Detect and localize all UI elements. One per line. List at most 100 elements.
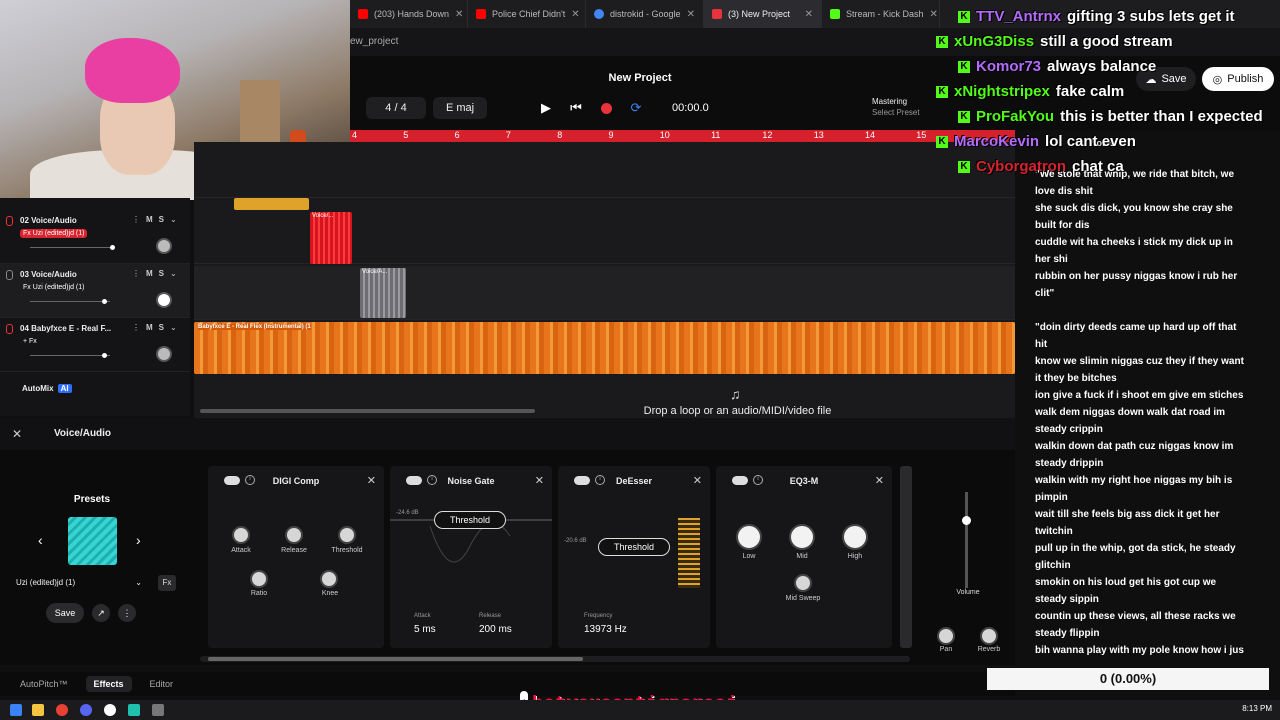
volume-slider[interactable]	[30, 353, 110, 358]
preset-save-button[interactable]: Save	[46, 603, 84, 623]
attack-value[interactable]: 5 ms	[414, 624, 436, 635]
mid-knob[interactable]	[789, 524, 815, 550]
frequency-band[interactable]	[678, 518, 700, 588]
volume-fader-thumb[interactable]	[962, 516, 971, 525]
browser-tab[interactable]: Police Chief Didn't ✕	[468, 0, 586, 28]
browser-tab[interactable]: (203) Hands Down ✕	[350, 0, 468, 28]
chevron-left-icon[interactable]: ‹	[38, 532, 43, 548]
arrangement-area[interactable]: Voice/... Voice/A... Babyfxce E - Real F…	[194, 142, 1015, 418]
track-lane[interactable]	[194, 266, 1015, 320]
threshold-control[interactable]: Threshold	[434, 511, 506, 529]
record-arm-icon[interactable]	[6, 270, 13, 280]
track-header[interactable]: 02 Voice/Audio Fx Uzi (edited)jd (1) ⋮ M S…	[0, 210, 190, 264]
threshold-control[interactable]: Threshold	[598, 538, 670, 556]
app-icon[interactable]	[128, 704, 140, 716]
close-tab-icon[interactable]: ✕	[571, 9, 579, 20]
tab-effects[interactable]: Effects	[85, 676, 132, 692]
audio-clip-gray[interactable]: Voice/A...	[360, 268, 406, 318]
record-arm-icon[interactable]	[6, 324, 13, 334]
solo-button[interactable]: S	[159, 269, 164, 278]
close-tab-icon[interactable]: ✕	[687, 9, 695, 20]
pan-knob[interactable]	[937, 627, 955, 645]
frequency-value[interactable]: 13973 Hz	[584, 624, 627, 635]
track-fx-badge[interactable]: Fx Uzi (edited)jd (1)	[20, 283, 87, 292]
chrome-icon[interactable]	[56, 704, 68, 716]
audio-clip-beat[interactable]: Babyfxce E - Real Flex (Instrumental) (1	[194, 322, 1015, 374]
mastering-selector[interactable]: Mastering Select Preset	[852, 96, 932, 122]
menu-icon[interactable]: ⋮	[132, 323, 140, 332]
effects-scrollbar[interactable]	[200, 656, 910, 662]
project-title[interactable]: New Project	[560, 72, 720, 84]
solo-button[interactable]: S	[159, 323, 164, 332]
module-scroll-edge[interactable]	[900, 466, 912, 648]
close-tab-icon[interactable]: ✕	[805, 9, 813, 20]
threshold-knob[interactable]	[338, 526, 356, 544]
mute-button[interactable]: M	[146, 269, 153, 278]
pan-knob[interactable]	[156, 346, 172, 362]
track-lane[interactable]	[194, 142, 1015, 198]
volume-slider-thumb[interactable]	[102, 299, 107, 304]
drop-zone-text[interactable]: Drop a loop or an audio/MIDI/video file	[630, 405, 845, 417]
windows-start-icon[interactable]	[10, 704, 22, 716]
track-header[interactable]: 03 Voice/Audio Fx Uzi (edited)jd (1) ⋮ M S…	[0, 264, 190, 318]
app-icon[interactable]	[152, 704, 164, 716]
mid-sweep-knob[interactable]	[794, 574, 812, 592]
chevron-right-icon[interactable]: ›	[136, 532, 141, 548]
timeline-ruler[interactable]: 4 5 6 7 8 9 10 11 12 13 14 15	[350, 130, 1015, 142]
share-icon[interactable]: ↗	[92, 604, 110, 622]
attack-knob[interactable]	[232, 526, 250, 544]
menu-icon[interactable]: ⋮	[132, 215, 140, 224]
close-icon[interactable]: ✕	[535, 474, 544, 487]
low-knob[interactable]	[736, 524, 762, 550]
track-fx-badge[interactable]: Fx Uzi (edited)jd (1)	[20, 229, 88, 238]
more-options-icon[interactable]: ⋮	[118, 604, 136, 622]
chevron-down-icon[interactable]: ⌄	[170, 323, 177, 332]
close-icon[interactable]: ✕	[875, 474, 884, 487]
audio-clip-yellow[interactable]	[234, 198, 309, 210]
master-volume-fader[interactable]	[962, 492, 971, 588]
key-selector[interactable]: E maj	[433, 97, 487, 119]
preset-artwork[interactable]	[68, 517, 117, 565]
release-knob[interactable]	[285, 526, 303, 544]
obs-icon[interactable]	[104, 704, 116, 716]
file-explorer-icon[interactable]	[32, 704, 44, 716]
knee-knob[interactable]	[320, 570, 338, 588]
ratio-knob[interactable]	[250, 570, 268, 588]
high-knob[interactable]	[842, 524, 868, 550]
pan-knob[interactable]	[156, 238, 172, 254]
reverb-knob[interactable]	[980, 627, 998, 645]
skip-back-icon[interactable]: ⏮	[568, 100, 584, 116]
close-icon[interactable]: ✕	[367, 474, 376, 487]
browser-tab[interactable]: Stream - Kick Dash ✕	[822, 0, 940, 28]
track-fx-badge[interactable]: + Fx	[20, 337, 40, 346]
automix-row[interactable]: AutoMix AI	[22, 384, 72, 393]
browser-tab-active[interactable]: (3) New Project ✕	[704, 0, 822, 28]
play-icon[interactable]: ▶	[538, 100, 554, 116]
track-header[interactable]: 04 Babyfxce E - Real F... + Fx ⋮ M S ⌄	[0, 318, 190, 372]
mute-button[interactable]: M	[146, 323, 153, 332]
solo-button[interactable]: S	[159, 215, 164, 224]
time-signature[interactable]: 4 / 4	[366, 97, 426, 119]
preset-dropdown[interactable]: Uzi (edited)jd (1) ⌄	[8, 574, 150, 592]
record-arm-icon[interactable]	[6, 216, 13, 226]
close-icon[interactable]: ✕	[12, 427, 22, 441]
preset-fx-button[interactable]: Fx	[158, 575, 176, 591]
tab-editor[interactable]: Editor	[142, 676, 182, 692]
tab-autopitch[interactable]: AutoPitch™	[12, 676, 76, 692]
menu-icon[interactable]: ⋮	[132, 269, 140, 278]
record-icon[interactable]	[598, 100, 614, 116]
volume-slider-thumb[interactable]	[110, 245, 115, 250]
audio-clip-red[interactable]: Voice/...	[310, 212, 352, 264]
volume-slider[interactable]	[30, 299, 110, 304]
browser-tab[interactable]: distrokid - Google ✕	[586, 0, 704, 28]
mute-button[interactable]: M	[146, 215, 153, 224]
horizontal-scrollbar[interactable]	[200, 409, 535, 413]
chevron-down-icon[interactable]: ⌄	[170, 215, 177, 224]
pan-knob[interactable]	[156, 292, 172, 308]
release-value[interactable]: 200 ms	[479, 624, 512, 635]
close-tab-icon[interactable]: ✕	[455, 9, 463, 20]
notes-panel[interactable]: "We stole that whip, we ride that bitch,…	[1015, 130, 1280, 665]
loop-icon[interactable]: ⟳	[628, 100, 644, 116]
close-icon[interactable]: ✕	[693, 474, 702, 487]
volume-slider-thumb[interactable]	[102, 353, 107, 358]
